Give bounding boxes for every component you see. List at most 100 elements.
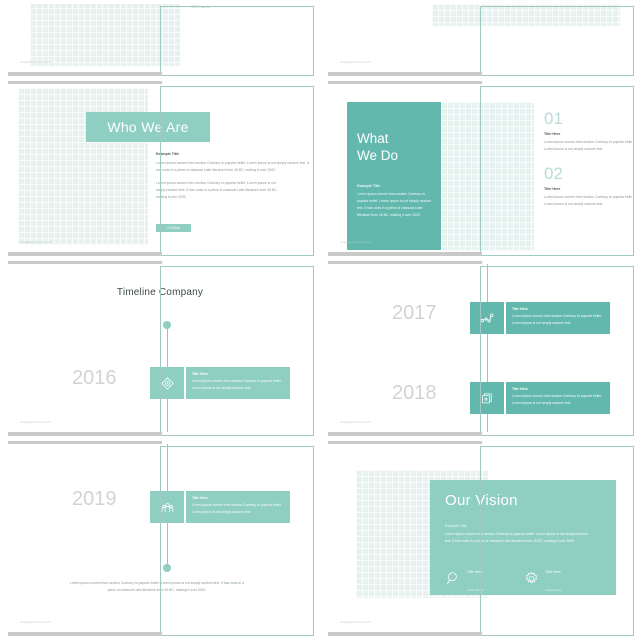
item-text: Lorem Ipsum comes from section Contrary … [544,194,632,206]
grid-decoration [432,4,620,26]
footer-watermark: template-theme.com [340,240,371,244]
heading-line-1: What [357,131,389,146]
slide-timeline-2016[interactable]: Timeline Company 2016 Title Here Lorem I… [8,261,314,436]
heading-line-2: We Do [357,148,399,164]
slide-cell-timeline-2019[interactable]: 2019 Title Here Lorem Ipsum comes from s… [0,440,320,640]
footer-watermark: template-theme.com [20,240,51,244]
paragraph-1: Lorem Ipsum comes from section Contrary … [156,161,310,172]
slide-cell-quote-left[interactable]: Lorem Ipsum comes from section Contrary … [0,0,320,80]
slide-canvas: 2017 Title Here Lorem Ipsum comes from s… [328,264,632,432]
page-title: Timeline Company [116,287,204,298]
feature-sub: Lorem Ipsum [545,588,562,592]
slide-shadow [328,252,482,256]
slide-quote-right[interactable]: Lorem Ipsum comes from section Contrary … [328,4,634,76]
slide-canvas: 2019 Title Here Lorem Ipsum comes from s… [8,444,312,632]
slide-cell-timeline-2017-2018[interactable]: 2017 Title Here Lorem Ipsum comes from s… [320,260,640,440]
slide-cell-what-we-do[interactable]: What We Do Example Title Lorem Ipsum com… [320,80,640,260]
timeline-card: Title Here Lorem Ipsum comes from sectio… [506,382,610,414]
who-we-are-banner: Who We Are [86,112,210,142]
slide-shadow [8,632,162,636]
feature-sub: Lorem Ipsum [467,588,484,592]
slide-topline [8,81,162,84]
feature-text: Title Here Lorem Ipsum [467,560,483,596]
slide-canvas: What We Do Example Title Lorem Ipsum com… [328,84,632,252]
slide-shadow [8,72,162,76]
slide-topline [328,81,482,84]
slide-topline [8,261,162,264]
card-text: Lorem Ipsum comes from section Contrary … [192,379,283,390]
feature-text: Title Here Lorem Ipsum [545,560,561,596]
slide-canvas: Timeline Company 2016 Title Here Lorem I… [8,264,312,432]
item-text: Lorem Ipsum comes from section Contrary … [544,140,632,151]
slide-shadow [328,72,482,76]
search-icon [445,570,462,587]
panel-paragraph: Lorem Ipsum comes from section Contrary … [445,532,588,543]
timeline-start-dot [163,321,171,329]
diamond-icon [150,367,184,399]
group-people-icon [150,491,184,523]
list-item: 02 Title Here Lorem Ipsum comes from sec… [544,165,632,208]
slide-cell-timeline-2016[interactable]: Timeline Company 2016 Title Here Lorem I… [0,260,320,440]
slide-topline [328,261,482,264]
slide-what-we-do[interactable]: What We Do Example Title Lorem Ipsum com… [328,81,634,256]
paragraph-2: Lorem Ipsum comes from section Contrary … [156,180,278,199]
timeline-footnote: Lorem Ipsum comes from section Contrary … [69,581,245,592]
list-item: 01 Title Here Lorem Ipsum comes from sec… [544,110,632,153]
footer-watermark: template-theme.com [340,420,371,424]
footer-watermark: template-theme.com [20,420,51,424]
feature-title: Title Here [467,570,483,574]
timeline-card: Title Here Lorem Ipsum comes from sectio… [186,367,290,399]
numbered-items-list: 01 Title Here Lorem Ipsum comes from sec… [544,110,632,208]
timeline-card: Title Here Lorem Ipsum comes from sectio… [506,302,610,334]
card-text: Lorem Ipsum comes from section Contrary … [512,314,603,325]
footer-watermark: template-theme.com [20,60,51,64]
slide-timeline-2019[interactable]: 2019 Title Here Lorem Ipsum comes from s… [8,441,314,636]
slide-canvas: Who We Are Example Title Lorem Ipsum com… [8,84,312,252]
slide-cell-our-vision[interactable]: Our Vision Example Title Lorem Ipsum com… [320,440,640,640]
item-number: 01 [544,109,563,128]
panel-body: Example Title Lorem Ipsum comes from sec… [357,184,433,219]
card-text: Lorem Ipsum comes from section Contrary … [192,503,283,514]
slide-cell-who-we-are[interactable]: Who We Are Example Title Lorem Ipsum com… [0,80,320,260]
page-title: Our Vision [445,492,518,509]
slide-deck-preview: Lorem Ipsum comes from section Contrary … [0,0,640,640]
grid-decoration [30,4,180,66]
layers-icon [470,382,504,414]
footer-watermark: template-theme.com [340,620,371,624]
slide-canvas: Lorem Ipsum comes from section Contrary … [8,4,312,72]
footer-watermark: template-theme.com [340,60,371,64]
item-number: 02 [544,163,563,183]
slide-our-vision[interactable]: Our Vision Example Title Lorem Ipsum com… [328,441,634,636]
slide-topline [8,441,162,444]
slide-who-we-are[interactable]: Who We Are Example Title Lorem Ipsum com… [8,81,314,256]
slide-quote-left[interactable]: Lorem Ipsum comes from section Contrary … [8,4,314,76]
who-we-are-body: Example Title Lorem Ipsum comes from sec… [156,152,312,201]
slide-shadow [328,432,482,436]
timeline-year: 2016 [72,367,117,389]
page-title: Who We Are [107,119,189,135]
go-more-button[interactable]: Go More [156,224,191,232]
slide-cell-quote-right[interactable]: Lorem Ipsum comes from section Contrary … [320,0,640,80]
panel-paragraph: Lorem Ipsum comes from section Contrary … [357,192,432,217]
person-role: CEO Founder [191,4,211,9]
slide-shadow [8,252,162,256]
slide-timeline-2017-2018[interactable]: 2017 Title Here Lorem Ipsum comes from s… [328,261,634,436]
feature-item[interactable]: Title Here Lorem Ipsum [523,560,562,596]
feature-list: Title Here Lorem Ipsum Title Here Lorem … [445,560,605,596]
slide-shadow [328,632,482,636]
timeline-year: 2019 [72,488,117,510]
feature-item[interactable]: Title Here Lorem Ipsum [445,560,483,596]
gear-icon [523,570,540,587]
timeline-year: 2017 [392,302,437,324]
footer-watermark: template-theme.com [20,620,51,624]
slide-canvas: Lorem Ipsum comes from section Contrary … [328,4,632,72]
card-text: Lorem Ipsum comes from section Contrary … [512,394,603,405]
feature-title: Title Here [545,570,561,574]
slide-topline [328,441,482,444]
quote-text-column: Lorem Ipsum comes from section Contrary … [191,4,299,9]
what-we-do-panel: What We Do Example Title Lorem Ipsum com… [347,102,441,250]
grid-decoration [441,102,534,250]
timeline-card: Title Here Lorem Ipsum comes from sectio… [186,491,290,523]
slide-canvas: Our Vision Example Title Lorem Ipsum com… [328,444,632,632]
timeline-end-dot [163,564,171,572]
